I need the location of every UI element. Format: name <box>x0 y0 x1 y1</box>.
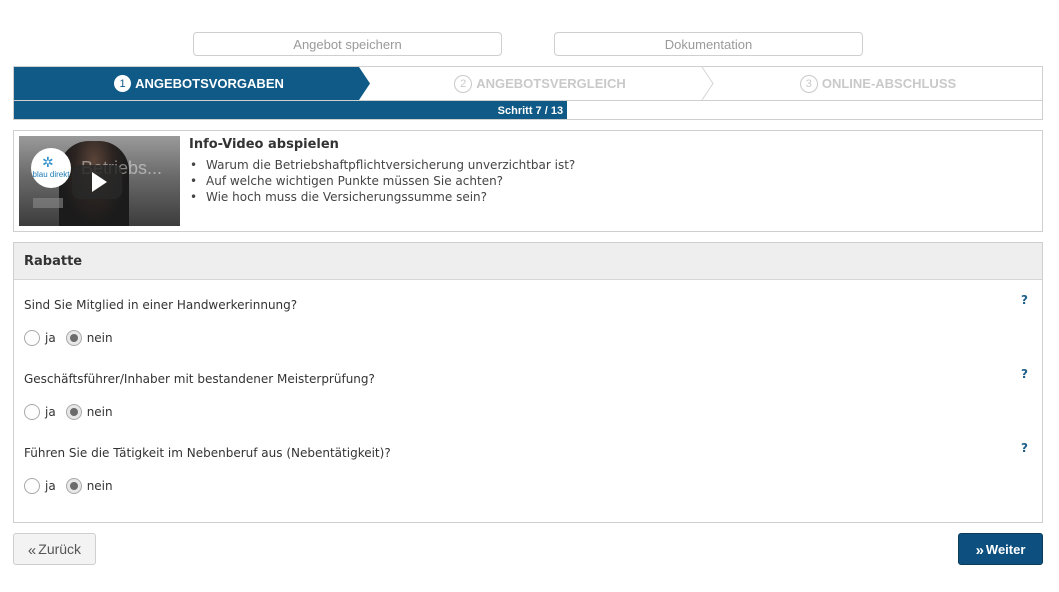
step-number-1: 1 <box>114 75 132 92</box>
next-button[interactable]: » Weiter <box>958 533 1043 565</box>
step-label-1: ANGEBOTSVORGABEN <box>135 76 284 91</box>
list-item: Auf welche wichtigen Punkte müssen Sie a… <box>189 173 575 189</box>
help-icon[interactable]: ? <box>1021 441 1028 455</box>
radio-group-nebenberuf: ja nein <box>24 478 123 494</box>
question-nebenberuf: Führen Sie die Tätigkeit im Nebenberuf a… <box>24 446 391 460</box>
logo-text: blau direkt <box>32 170 70 179</box>
radio-label-ja: ja <box>45 405 56 419</box>
list-item: Warum die Betriebshaftpflichtversicherun… <box>189 157 575 173</box>
list-item: Wie hoch muss die Versicherungssumme sei… <box>189 189 575 205</box>
step-number-2: 2 <box>454 74 473 93</box>
double-chevron-left-icon: « <box>27 541 37 559</box>
logo-star-icon: ✲ <box>42 154 54 170</box>
progress-bar: Schritt 7 / 13 <box>14 100 1042 119</box>
progress-fill: Schritt 7 / 13 <box>14 101 568 119</box>
help-icon[interactable]: ? <box>1021 293 1028 307</box>
radio-label-nein: nein <box>86 331 113 345</box>
next-button-label: Weiter <box>985 541 1026 557</box>
radio-ja[interactable] <box>24 330 40 346</box>
rabatte-panel: Rabatte Sind Sie Mitglied in einer Handw… <box>13 242 1043 523</box>
video-bullet-list: Warum die Betriebshaftpflichtversicherun… <box>189 157 575 205</box>
back-button[interactable]: « Zurück <box>13 533 96 565</box>
radio-label-ja: ja <box>45 479 56 493</box>
double-chevron-right-icon: » <box>975 541 984 559</box>
radio-label-ja: ja <box>45 331 56 345</box>
documentation-button[interactable]: Dokumentation <box>554 32 863 56</box>
step-label-3: ONLINE-ABSCHLUSS <box>821 76 957 91</box>
step-number-3: 3 <box>799 74 818 93</box>
radio-group-meisterpruefung: ja nein <box>24 404 123 420</box>
radio-nein[interactable] <box>65 478 82 494</box>
radio-label-nein: nein <box>86 405 113 419</box>
video-building-image <box>33 198 63 208</box>
help-icon[interactable]: ? <box>1021 367 1028 381</box>
rabatte-heading: Rabatte <box>14 243 1042 280</box>
radio-label-nein: nein <box>86 479 113 493</box>
info-video-panel: ✲ blau direkt Betriebs... Info-Video abs… <box>13 130 1043 232</box>
blau-direkt-logo: ✲ blau direkt <box>31 148 71 188</box>
save-offer-button[interactable]: Angebot speichern <box>193 32 502 56</box>
play-icon[interactable] <box>72 165 122 199</box>
radio-nein[interactable] <box>65 330 82 346</box>
step-online-abschluss: 3 ONLINE-ABSCHLUSS <box>713 67 1042 100</box>
step-label-2: ANGEBOTSVERGLEICH <box>476 76 626 91</box>
radio-ja[interactable] <box>24 404 40 420</box>
video-thumbnail[interactable]: ✲ blau direkt Betriebs... <box>19 136 180 226</box>
back-button-label: Zurück <box>38 541 82 557</box>
radio-ja[interactable] <box>24 478 40 494</box>
progress-stepper: 1 ANGEBOTSVORGABEN 2 ANGEBOTSVERGLEICH 3… <box>13 66 1043 120</box>
question-handwerkerinnung: Sind Sie Mitglied in einer Handwerkerinn… <box>24 298 298 312</box>
step-angebotsvergleich: 2 ANGEBOTSVERGLEICH <box>370 67 710 100</box>
steps-row: 1 ANGEBOTSVORGABEN 2 ANGEBOTSVERGLEICH 3… <box>14 67 1042 100</box>
question-meisterpruefung: Geschäftsführer/Inhaber mit bestandener … <box>24 372 375 386</box>
radio-group-handwerkerinnung: ja nein <box>24 330 123 346</box>
radio-nein[interactable] <box>65 404 82 420</box>
video-title[interactable]: Info-Video abspielen <box>189 137 339 152</box>
step-angebotsvorgaben: 1 ANGEBOTSVORGABEN <box>14 67 384 100</box>
